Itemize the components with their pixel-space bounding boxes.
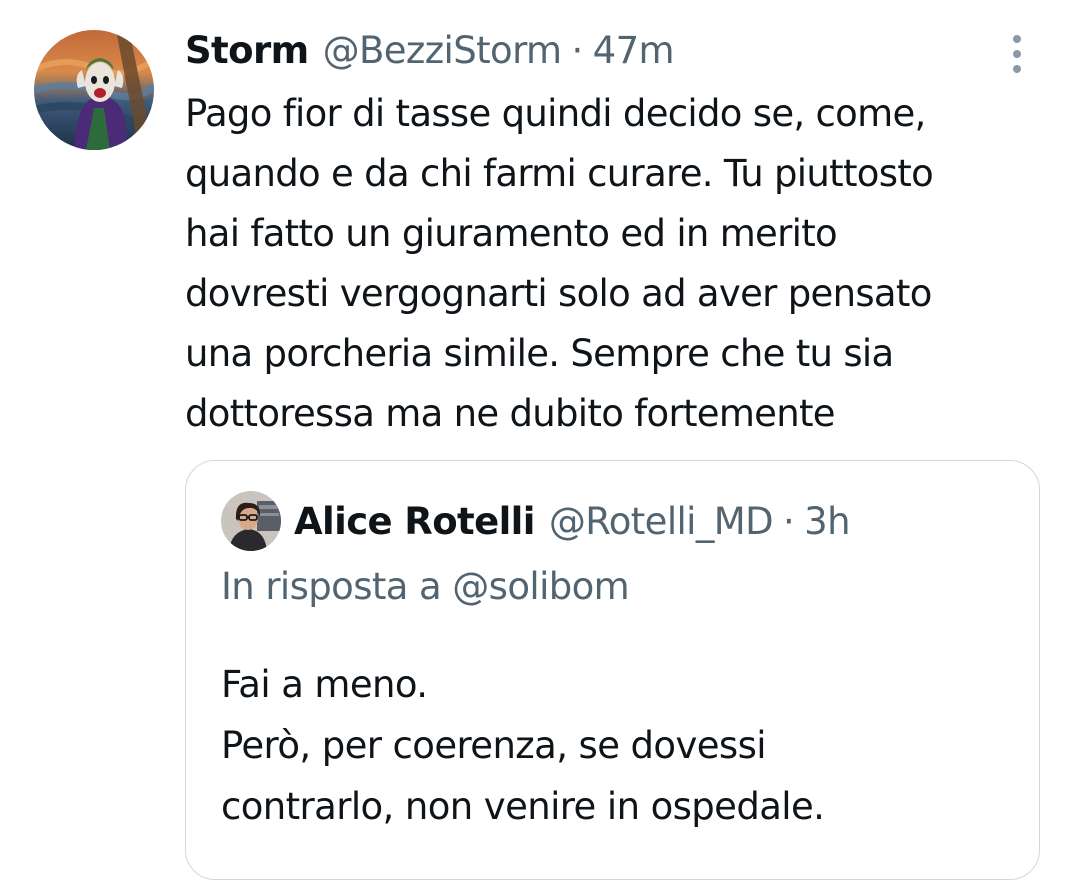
quoted-tweet-header: Alice Rotelli @Rotelli_MD · 3h	[294, 497, 851, 545]
header-separator: ·	[571, 28, 583, 72]
more-dot	[1013, 35, 1021, 43]
tweet-text: Pago fior di tasse quindi decido se, com…	[185, 92, 934, 435]
more-vertical-icon[interactable]	[1000, 30, 1034, 78]
quoted-tweet-timestamp: 3h	[804, 499, 850, 543]
reply-context: In risposta a @solibom	[221, 565, 630, 608]
more-dot	[1013, 50, 1021, 58]
quoted-author-name: Alice Rotelli	[294, 499, 535, 543]
quoted-header-separator: ·	[782, 499, 795, 543]
joker-scream-avatar-icon	[34, 30, 154, 150]
quoted-author-avatar	[221, 491, 281, 551]
profile-photo-avatar-icon	[221, 491, 281, 551]
author-name[interactable]: Storm	[185, 29, 309, 72]
quoted-author-handle: @Rotelli_MD	[548, 499, 774, 543]
author-handle[interactable]: @BezziStorm	[323, 29, 563, 72]
tweet: Storm @BezziStorm · 47m Pago fior di tas…	[0, 0, 1078, 880]
author-avatar[interactable]	[34, 30, 154, 150]
tweet-header: Storm @BezziStorm · 47m	[185, 24, 675, 76]
more-dot	[1013, 65, 1021, 73]
quoted-tweet-text: Fai a meno. Però, per coerenza, se doves…	[221, 663, 825, 828]
quoted-tweet-card[interactable]: Alice Rotelli @Rotelli_MD · 3h In rispos…	[185, 460, 1040, 880]
tweet-timestamp[interactable]: 47m	[593, 29, 675, 72]
